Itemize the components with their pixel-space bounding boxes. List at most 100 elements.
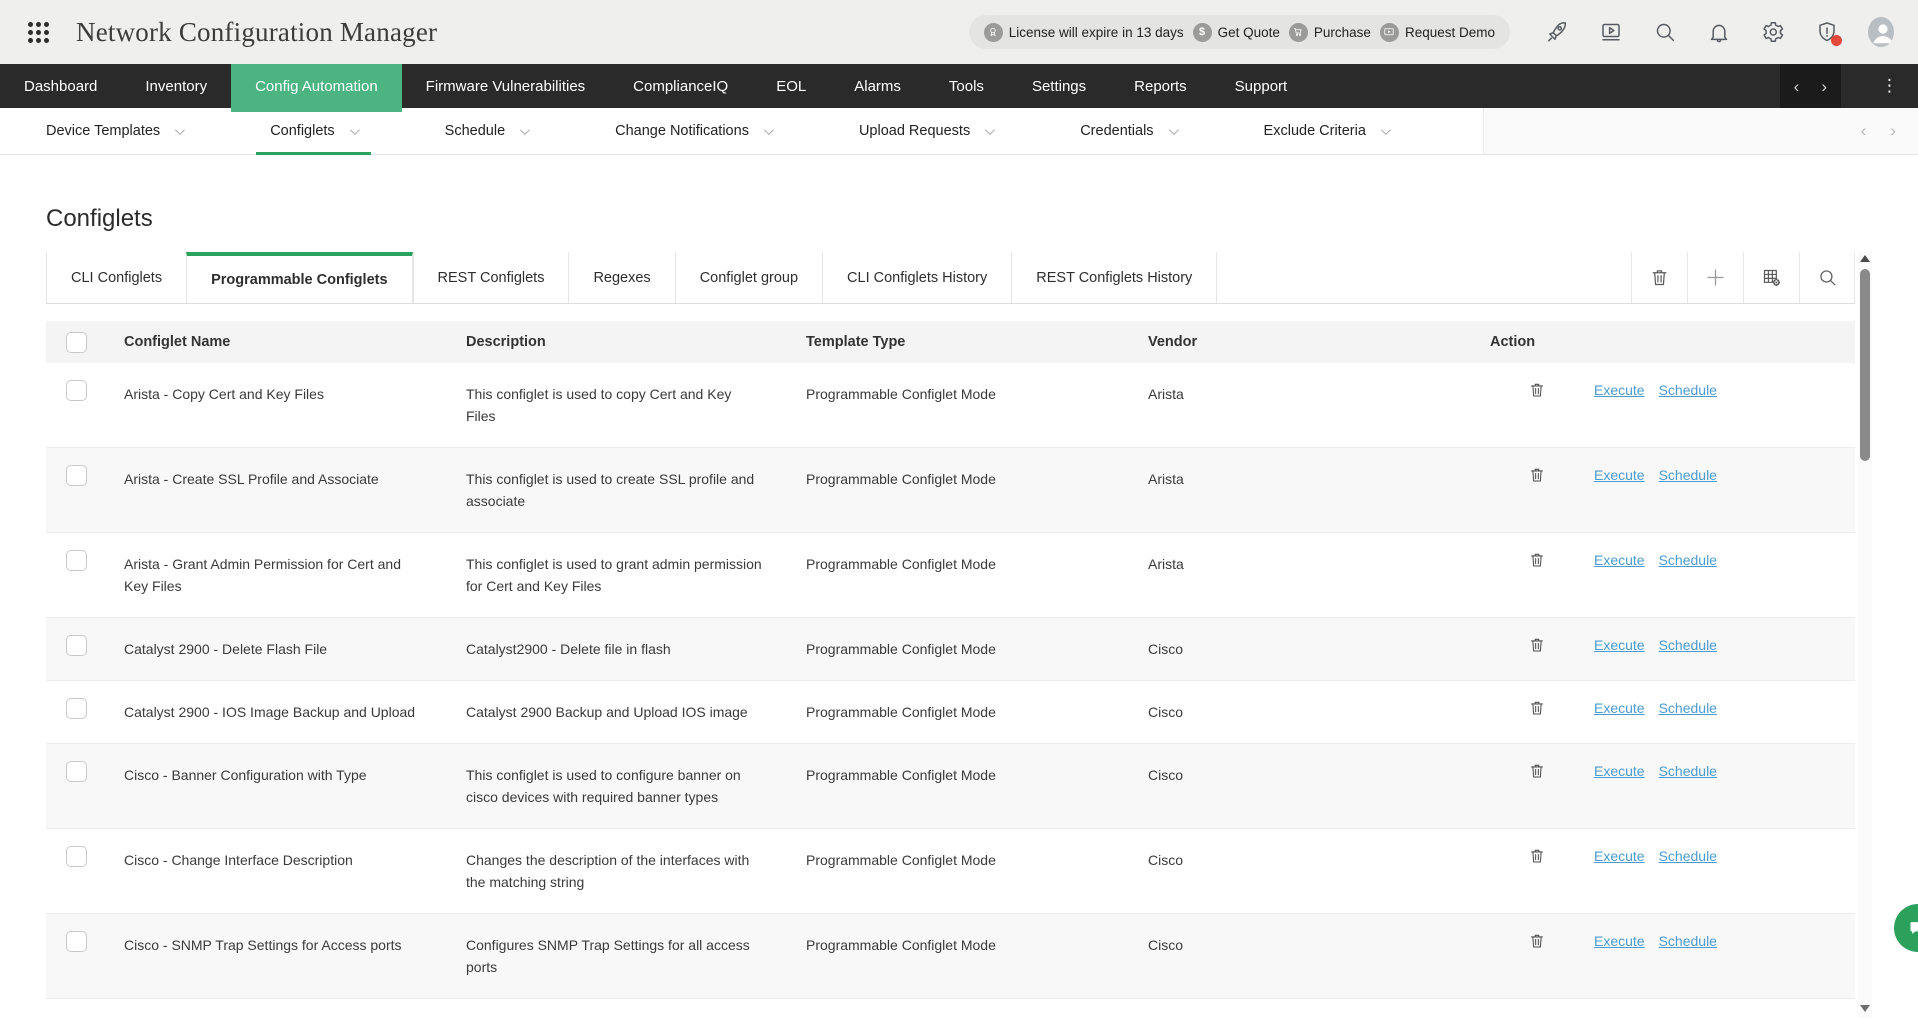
security-alert-icon[interactable] — [1814, 19, 1840, 45]
notifications-bell-icon[interactable] — [1706, 19, 1732, 45]
template-type: Programmable Configlet Mode — [788, 744, 1130, 806]
request-demo-button[interactable]: Request Demo — [1380, 23, 1495, 42]
subnav-prev-icon[interactable]: ‹ — [1861, 121, 1867, 141]
app-title: Network Configuration Manager — [76, 17, 437, 48]
delete-icon[interactable] — [1528, 932, 1546, 950]
schedule-link[interactable]: Schedule — [1659, 634, 1717, 656]
execute-link[interactable]: Execute — [1594, 379, 1645, 401]
subnav-item-label: Upload Requests — [859, 123, 970, 139]
license-status-text: License will expire in 13 days — [1009, 25, 1184, 40]
execute-link[interactable]: Execute — [1594, 760, 1645, 782]
tab-programmable-configlets[interactable]: Programmable Configlets — [186, 252, 412, 303]
delete-icon[interactable] — [1528, 699, 1546, 717]
nav-next-icon[interactable]: › — [1821, 78, 1827, 95]
subnav-item-configlets[interactable]: Configlets — [256, 108, 370, 154]
app-header: Network Configuration Manager License wi… — [0, 0, 1918, 64]
delete-icon[interactable] — [1528, 762, 1546, 780]
nav-item-settings[interactable]: Settings — [1008, 64, 1110, 108]
delete-icon[interactable] — [1528, 466, 1546, 484]
more-menu-icon[interactable]: ⋮ — [1841, 64, 1918, 108]
row-checkbox[interactable] — [66, 931, 87, 952]
nav-item-complianceiq[interactable]: ComplianceIQ — [609, 64, 752, 108]
subnav-item-device-templates[interactable]: Device Templates — [32, 108, 196, 154]
chevron-down-icon — [175, 125, 185, 135]
schedule-link[interactable]: Schedule — [1659, 697, 1717, 719]
tab-cli-configlets[interactable]: CLI Configlets — [46, 252, 186, 303]
apps-grid-icon[interactable] — [28, 22, 49, 43]
delete-icon[interactable] — [1528, 551, 1546, 569]
purchase-button[interactable]: Purchase — [1289, 23, 1371, 42]
get-quote-icon: $ — [1193, 23, 1212, 42]
rocket-icon[interactable] — [1544, 19, 1570, 45]
tab-rest-configlets[interactable]: REST Configlets — [413, 252, 569, 303]
subnav-item-upload-requests[interactable]: Upload Requests — [845, 108, 1006, 154]
subnav-item-schedule[interactable]: Schedule — [431, 108, 541, 154]
nav-item-support[interactable]: Support — [1211, 64, 1312, 108]
schedule-link[interactable]: Schedule — [1659, 464, 1717, 486]
toolbar-add-icon[interactable] — [1687, 252, 1743, 303]
execute-link[interactable]: Execute — [1594, 697, 1645, 719]
toolbar-search-icon[interactable] — [1799, 252, 1855, 303]
row-checkbox[interactable] — [66, 380, 87, 401]
subnav-next-icon[interactable]: › — [1890, 121, 1896, 141]
table-row: Arista - Grant Admin Permission for Cert… — [46, 533, 1855, 618]
tab-cli-configlets-history[interactable]: CLI Configlets History — [822, 252, 1011, 303]
row-checkbox[interactable] — [66, 465, 87, 486]
configlet-description: Catalyst 2900 Backup and Upload IOS imag… — [448, 681, 788, 743]
subnav-item-exclude-criteria[interactable]: Exclude Criteria — [1250, 108, 1402, 154]
subnav-item-label: Exclude Criteria — [1264, 123, 1366, 139]
table-row: Cisco - SNMP Trap Settings for Access po… — [46, 914, 1855, 999]
scroll-down-icon[interactable] — [1860, 1005, 1870, 1012]
tab-configlet-group[interactable]: Configlet group — [675, 252, 822, 303]
configlet-description: This configlet is used to configure bann… — [448, 744, 788, 828]
table-row: Cisco - Banner Configuration with TypeTh… — [46, 744, 1855, 829]
nav-item-eol[interactable]: EOL — [752, 64, 830, 108]
settings-gear-icon[interactable] — [1760, 19, 1786, 45]
execute-link[interactable]: Execute — [1594, 464, 1645, 486]
search-icon[interactable] — [1652, 19, 1678, 45]
schedule-link[interactable]: Schedule — [1659, 845, 1717, 867]
row-checkbox[interactable] — [66, 698, 87, 719]
delete-icon[interactable] — [1528, 381, 1546, 399]
row-checkbox[interactable] — [66, 635, 87, 656]
tab-rest-configlets-history[interactable]: REST Configlets History — [1011, 252, 1217, 303]
nav-item-alarms[interactable]: Alarms — [830, 64, 925, 108]
schedule-link[interactable]: Schedule — [1659, 379, 1717, 401]
execute-link[interactable]: Execute — [1594, 845, 1645, 867]
tab-regexes[interactable]: Regexes — [568, 252, 674, 303]
delete-icon[interactable] — [1528, 847, 1546, 865]
nav-item-reports[interactable]: Reports — [1110, 64, 1211, 108]
nav-item-config-automation[interactable]: Config Automation — [231, 64, 402, 108]
toolbar-column-chooser-icon[interactable] — [1743, 252, 1799, 303]
schedule-link[interactable]: Schedule — [1659, 760, 1717, 782]
execute-link[interactable]: Execute — [1594, 549, 1645, 571]
subnav-item-credentials[interactable]: Credentials — [1066, 108, 1189, 154]
execute-link[interactable]: Execute — [1594, 634, 1645, 656]
subnav-item-change-notifications[interactable]: Change Notifications — [601, 108, 785, 154]
schedule-link[interactable]: Schedule — [1659, 930, 1717, 952]
nav-item-dashboard[interactable]: Dashboard — [0, 64, 121, 108]
video-tutorial-icon[interactable] — [1598, 19, 1624, 45]
scroll-up-icon[interactable] — [1860, 255, 1870, 262]
toolbar-delete-icon[interactable] — [1631, 252, 1687, 303]
user-avatar[interactable] — [1868, 19, 1894, 45]
nav-prev-icon[interactable]: ‹ — [1794, 78, 1800, 95]
table-row: Arista - Copy Cert and Key FilesThis con… — [46, 363, 1855, 448]
configlet-description: This configlet is used to grant admin pe… — [448, 533, 788, 617]
row-checkbox[interactable] — [66, 550, 87, 571]
execute-link[interactable]: Execute — [1594, 930, 1645, 952]
select-all-checkbox[interactable] — [66, 332, 87, 353]
header-icons — [1544, 19, 1894, 45]
delete-icon[interactable] — [1528, 636, 1546, 654]
configlet-name: Arista - Copy Cert and Key Files — [106, 363, 448, 425]
chevron-down-icon — [520, 125, 530, 135]
get-quote-button[interactable]: $Get Quote — [1193, 23, 1280, 42]
row-checkbox[interactable] — [66, 846, 87, 867]
row-checkbox[interactable] — [66, 761, 87, 782]
nav-item-tools[interactable]: Tools — [925, 64, 1008, 108]
scrollbar-thumb[interactable] — [1860, 269, 1870, 461]
nav-item-firmware-vulnerabilities[interactable]: Firmware Vulnerabilities — [402, 64, 610, 108]
schedule-link[interactable]: Schedule — [1659, 549, 1717, 571]
nav-item-inventory[interactable]: Inventory — [121, 64, 231, 108]
configlet-description: Configures SNMP Trap Settings for all ac… — [448, 914, 788, 998]
